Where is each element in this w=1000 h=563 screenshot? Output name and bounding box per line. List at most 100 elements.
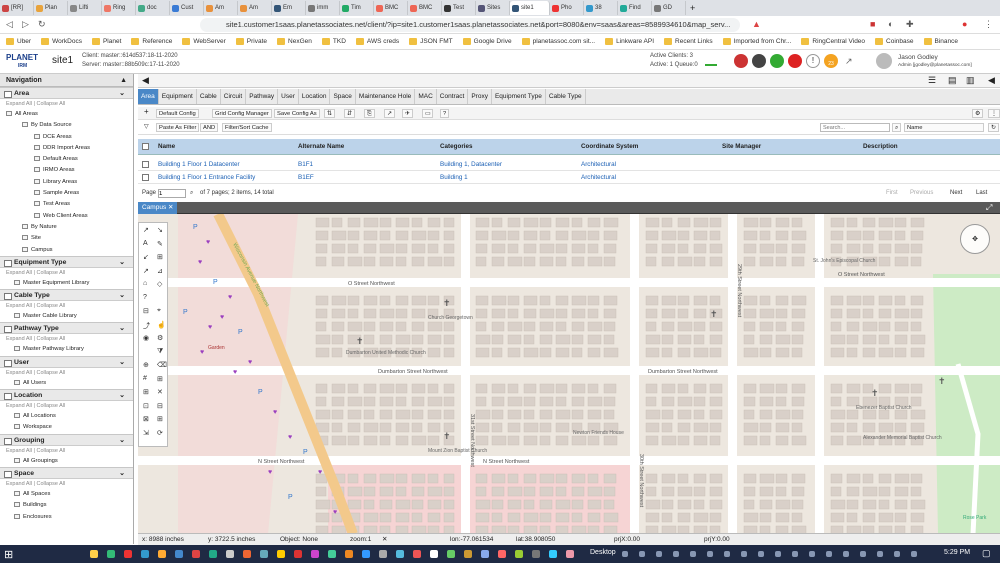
collapse-all-link[interactable]: Collapse All: [37, 448, 66, 454]
shape-icon[interactable]: ◇: [157, 280, 162, 288]
grid-icon[interactable]: #: [143, 375, 147, 382]
bookmark-item[interactable]: WebServer: [182, 38, 226, 45]
chevron-down-icon[interactable]: ⌄: [119, 290, 125, 301]
tray-icon[interactable]: [622, 551, 628, 557]
fullscreen-icon[interactable]: ⤢: [986, 203, 992, 213]
expand-all-link[interactable]: Expand All: [6, 303, 32, 309]
tray-icon[interactable]: [911, 551, 917, 557]
columns-icon[interactable]: ⇵: [344, 109, 355, 118]
puzzle-icon[interactable]: ✚: [906, 19, 914, 30]
entity-tab[interactable]: Location: [299, 89, 331, 104]
section-pathway-type[interactable]: Pathway Type ⌄: [0, 322, 133, 335]
taskbar-app-icon[interactable]: [413, 550, 421, 558]
browser-tab[interactable]: Tim: [340, 1, 374, 15]
add-icon[interactable]: +: [142, 107, 151, 116]
entity-tab[interactable]: Pathway: [246, 89, 279, 104]
taskbar-app-icon[interactable]: [277, 550, 285, 558]
entity-tab[interactable]: Proxy: [468, 89, 492, 104]
taskbar-app-icon[interactable]: [345, 550, 353, 558]
browser-tab[interactable]: Am: [204, 1, 238, 15]
map-view[interactable]: O Street Northwest O Street Northwest Du…: [138, 214, 1000, 534]
bookmark-item[interactable]: JSON FMT: [409, 38, 453, 45]
taskbar-app-icon[interactable]: [566, 550, 574, 558]
chevron-down-icon[interactable]: ⌄: [119, 88, 125, 99]
search-field-select[interactable]: Name: [904, 123, 984, 132]
previous-page-button[interactable]: Previous: [910, 190, 933, 196]
angle-icon[interactable]: ⊿: [157, 267, 163, 275]
settings-icon[interactable]: ⚙: [972, 109, 984, 118]
tree-node[interactable]: Site: [0, 233, 133, 244]
shuffle-icon[interactable]: ✕: [157, 388, 163, 396]
taskbar-app-icon[interactable]: [515, 550, 523, 558]
next-page-button[interactable]: Next: [950, 190, 962, 196]
map-layer-icon[interactable]: ⊞: [157, 415, 163, 423]
browser-tab[interactable]: BMC: [374, 1, 408, 15]
cell-alt-name[interactable]: B1EF: [298, 174, 314, 181]
tray-icon[interactable]: [741, 551, 747, 557]
select-area-icon[interactable]: ⊞: [143, 388, 149, 396]
and-toggle[interactable]: AND: [200, 123, 219, 132]
collapse-all-link[interactable]: Collapse All: [37, 403, 66, 409]
filter-sort-cache-toggle[interactable]: Filter/Sort Cache: [222, 123, 272, 132]
column-header-description[interactable]: Description: [863, 143, 898, 150]
windows-start-icon[interactable]: ⊞: [4, 548, 13, 561]
cell-name[interactable]: Building 1 Floor 1 Entrance Facility: [158, 174, 255, 181]
collapse-all-link[interactable]: Collapse All: [37, 336, 66, 342]
entity-tab[interactable]: Cable: [197, 89, 221, 104]
tree-node[interactable]: All Groupings: [0, 456, 133, 467]
browser-tab[interactable]: Ring: [102, 1, 136, 15]
new-tab-icon[interactable]: +: [686, 3, 699, 13]
taskbar-app-icon[interactable]: [175, 550, 183, 558]
split-view-icon[interactable]: ▥: [966, 75, 975, 86]
route-icon[interactable]: ↗: [143, 267, 149, 275]
tree-node[interactable]: Enclosures: [0, 512, 133, 523]
refresh-icon[interactable]: ↻: [988, 123, 999, 132]
search-icon[interactable]: ⌕: [892, 123, 902, 132]
chevron-down-icon[interactable]: ⌄: [119, 390, 125, 401]
browser-tab[interactable]: Find: [618, 1, 652, 15]
back-icon[interactable]: ◁: [6, 19, 13, 30]
browser-tab[interactable]: Lifti: [68, 1, 102, 15]
taskbar-app-icon[interactable]: [294, 550, 302, 558]
row-checkbox[interactable]: [142, 161, 149, 168]
info-icon[interactable]: !: [806, 54, 820, 68]
tray-icon[interactable]: [826, 551, 832, 557]
tree-node[interactable]: Campus: [0, 245, 133, 256]
section-user[interactable]: User ⌄: [0, 355, 133, 368]
tree-node[interactable]: Web Client Areas: [0, 211, 133, 222]
chevron-down-icon[interactable]: ⌄: [119, 257, 125, 268]
play-icon[interactable]: [770, 54, 784, 68]
tree-node[interactable]: Sample Areas: [0, 188, 133, 199]
expand-all-link[interactable]: Expand All: [6, 448, 32, 454]
collapse-all-link[interactable]: Collapse All: [37, 101, 66, 107]
taskbar-app-icon[interactable]: [107, 550, 115, 558]
search-icon[interactable]: ⌕: [190, 190, 193, 197]
tree-node[interactable]: Workspace: [0, 422, 133, 433]
bookmark-item[interactable]: WorkDocs: [41, 38, 82, 45]
taskbar-app-icon[interactable]: [209, 550, 217, 558]
paste-filter-button[interactable]: Paste As Filter: [156, 123, 200, 132]
tray-icon[interactable]: [860, 551, 866, 557]
tray-icon[interactable]: [673, 551, 679, 557]
taskbar-app-icon[interactable]: [498, 550, 506, 558]
forward-icon[interactable]: ▷: [22, 19, 29, 30]
tree-node[interactable]: By Data Source: [0, 120, 133, 131]
tree-node[interactable]: By Nature: [0, 222, 133, 233]
map-tab-campus[interactable]: Campus ✕: [138, 202, 178, 214]
chevron-down-icon[interactable]: ⌄: [119, 323, 125, 334]
cell-categories[interactable]: Building 1: [440, 174, 468, 181]
last-page-button[interactable]: Last: [976, 190, 987, 196]
bookmark-item[interactable]: AWS creds: [355, 38, 399, 45]
bookmark-item[interactable]: RingCentral Video: [801, 38, 865, 45]
taskbar-app-icon[interactable]: [226, 550, 234, 558]
bookmark-item[interactable]: Linkware API: [605, 38, 654, 45]
taskbar-app-icon[interactable]: [124, 550, 132, 558]
entity-tab[interactable]: Equipment: [159, 89, 197, 104]
tree-node[interactable]: All Spaces: [0, 489, 133, 500]
section-location[interactable]: Location ⌄: [0, 389, 133, 402]
entity-tab[interactable]: User: [278, 89, 299, 104]
layout-icon[interactable]: ▤: [948, 75, 957, 86]
expand-all-link[interactable]: Expand All: [6, 481, 32, 487]
browser-tab[interactable]: Am: [238, 1, 272, 15]
tree-node[interactable]: Test Areas: [0, 199, 133, 210]
